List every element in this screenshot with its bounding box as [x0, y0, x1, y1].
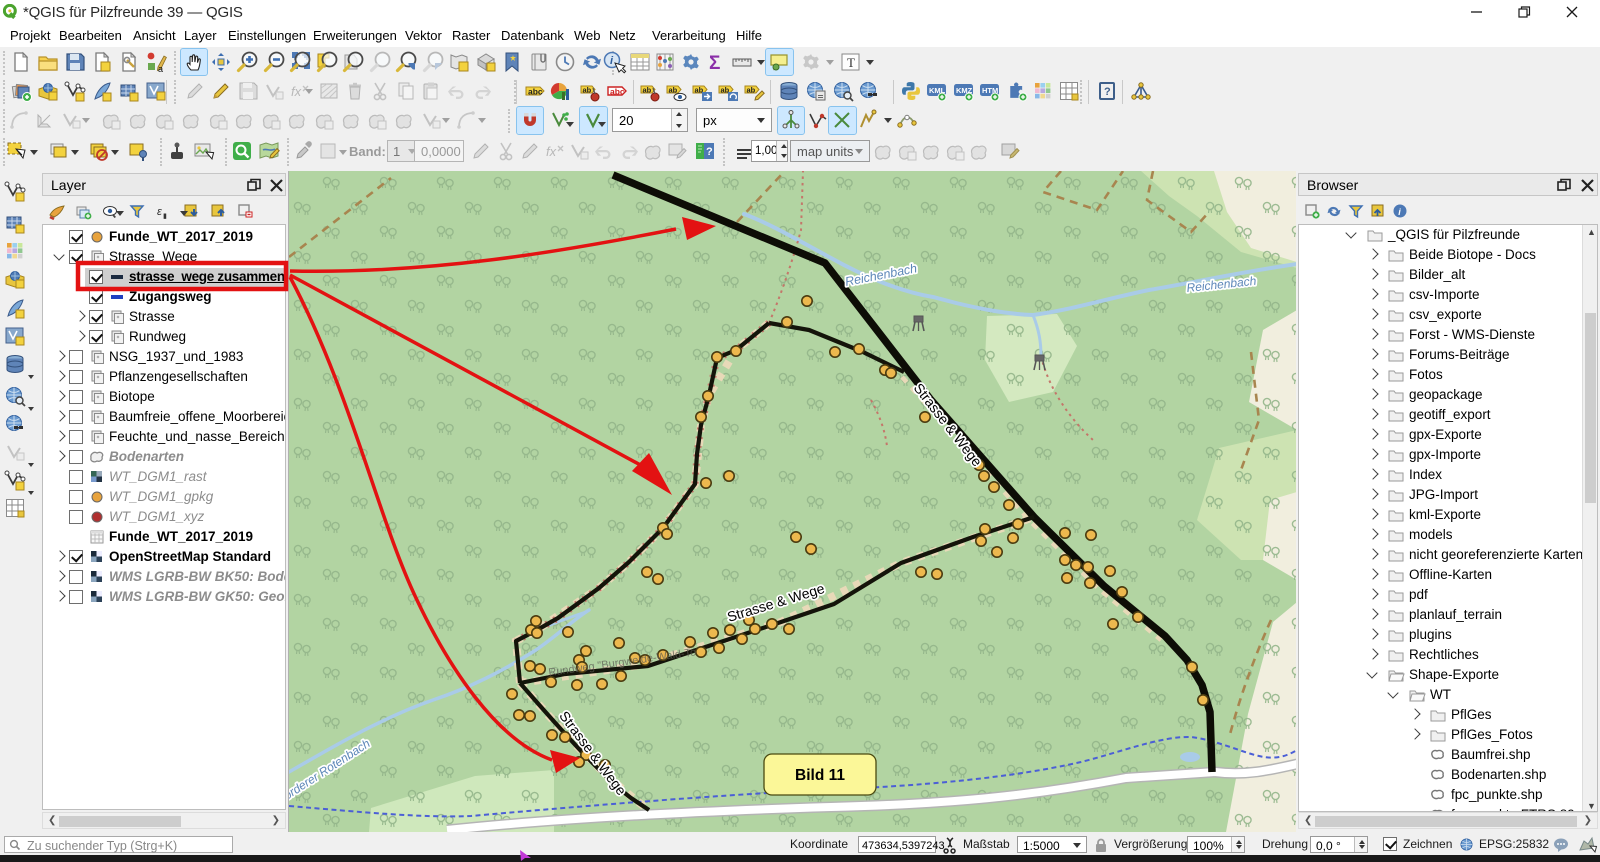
svg-text:?: ?	[1104, 86, 1111, 98]
svg-text:ab: ab	[747, 86, 756, 95]
svg-text:fx: fx	[291, 84, 302, 99]
svg-text:ab: ab	[643, 86, 652, 95]
svg-text:▮: ▮	[163, 213, 167, 220]
svg-text:T: T	[847, 55, 855, 70]
svg-text:fx: fx	[546, 144, 557, 159]
svg-text:Σ: Σ	[709, 53, 720, 74]
svg-text:a: a	[158, 64, 163, 74]
svg-text:ε: ε	[157, 206, 162, 218]
svg-text:Bild 11: Bild 11	[795, 767, 845, 784]
svg-text:ab: ab	[583, 86, 592, 95]
svg-text:abc: abc	[528, 87, 543, 97]
svg-text:abc: abc	[610, 87, 625, 97]
svg-text:?: ?	[706, 146, 713, 158]
svg-text:ab: ab	[669, 86, 678, 95]
